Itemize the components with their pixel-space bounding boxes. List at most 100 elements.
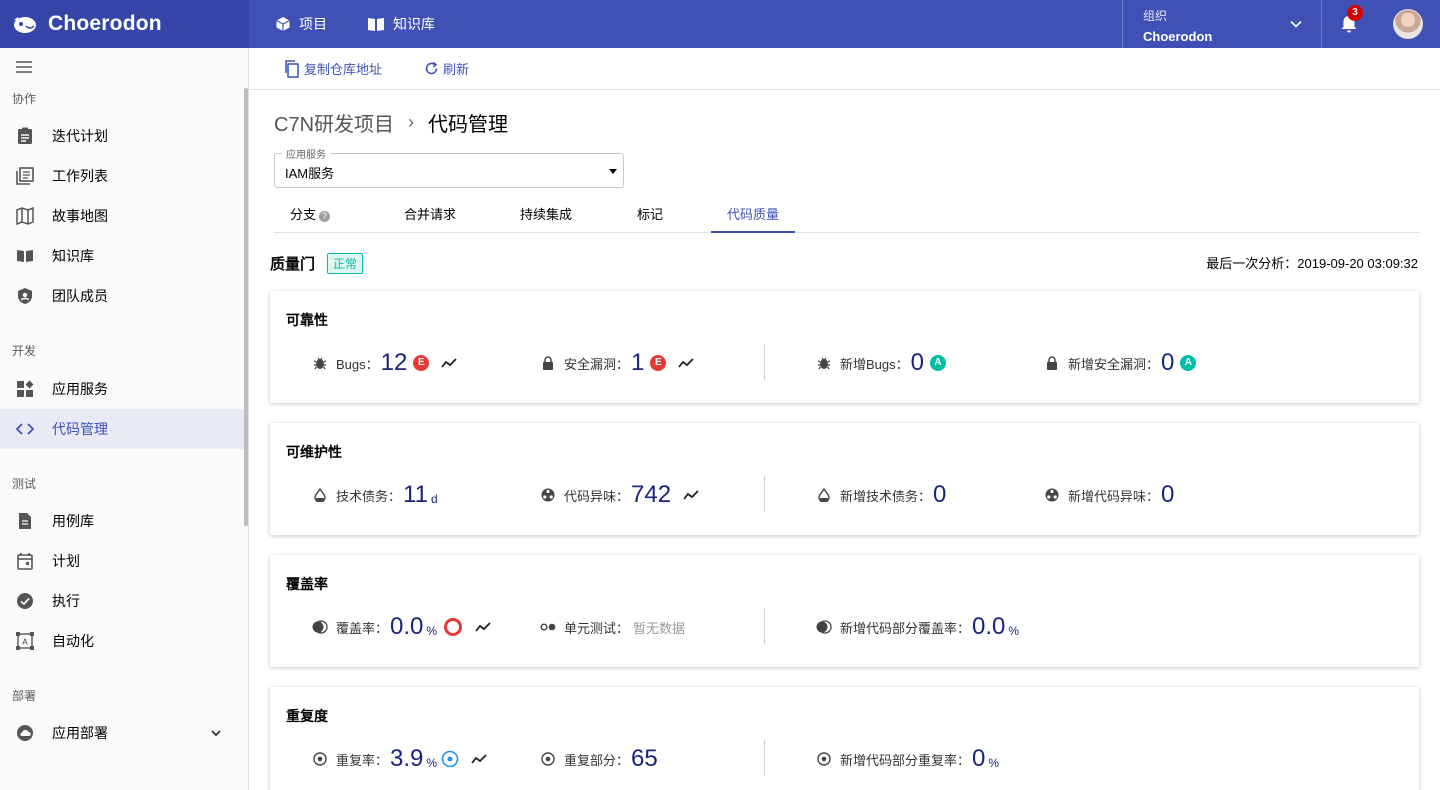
sidebar: 协作 迭代计划 工作列表 故事地图 知识库 团队成员 开发 应用服务 代码管理 …: [0, 48, 249, 790]
smell-icon: [1044, 487, 1060, 503]
sidebar-item-plan[interactable]: 计划: [0, 541, 244, 581]
choerodon-logo-icon: [14, 17, 36, 33]
sidebar-item-execution[interactable]: 执行: [0, 581, 244, 621]
card-title: 重复度: [286, 708, 328, 724]
sidebar-item-label: 代码管理: [52, 421, 108, 437]
sidebar-item-knowledge-base[interactable]: 知识库: [0, 236, 244, 276]
metric-value[interactable]: 11: [403, 481, 428, 509]
unit-test-icon: [540, 619, 556, 635]
metric-value[interactable]: 0: [1161, 481, 1174, 509]
brand[interactable]: Choerodon: [0, 0, 249, 48]
sidebar-item-app-service[interactable]: 应用服务: [0, 369, 244, 409]
tab-code-quality[interactable]: 代码质量: [711, 200, 795, 233]
tab-ci[interactable]: 持续集成: [504, 200, 588, 233]
new-duplication-metric: 新增代码部分重复率： 0 %: [816, 742, 999, 776]
breadcrumb: C7N研发项目 › 代码管理: [274, 108, 508, 137]
sidebar-item-app-deploy[interactable]: 应用部署: [0, 713, 244, 753]
document-icon: [16, 512, 34, 530]
metric-value[interactable]: 0.0: [972, 613, 1005, 641]
chevron-down-icon[interactable]: [210, 727, 222, 739]
app-service-select-value: IAM服务: [285, 166, 335, 181]
app-service-select[interactable]: 应用服务 IAM服务: [274, 146, 624, 188]
sidebar-item-label: 故事地图: [52, 208, 108, 224]
metric-value[interactable]: 1: [631, 349, 644, 377]
card-title: 可维护性: [286, 444, 342, 460]
metric-value[interactable]: 0: [911, 349, 924, 377]
top-nav-projects[interactable]: 项目: [275, 14, 327, 34]
debt-icon: [816, 487, 832, 503]
vulnerabilities-metric: 安全漏洞： 1 E: [540, 346, 695, 380]
trend-icon[interactable]: [441, 357, 457, 369]
help-icon[interactable]: ?: [319, 211, 330, 222]
duplication-icon: [540, 751, 556, 767]
page-title: 代码管理: [428, 114, 509, 136]
duplication-card: 重复度 重复率： 3.9 % 重复部分： 65 新增代码部分重复率： 0 %: [270, 687, 1419, 790]
quality-gate: 质量门 正常: [270, 253, 364, 274]
sidebar-item-story-map[interactable]: 故事地图: [0, 196, 244, 236]
metric-unit: %: [426, 624, 438, 638]
sidebar-scrollbar[interactable]: [244, 88, 248, 526]
status-badge: 正常: [327, 253, 364, 274]
user-avatar[interactable]: [1393, 9, 1423, 39]
copy-icon: [285, 59, 299, 78]
top-nav: 项目 知识库: [275, 0, 475, 48]
metric-value[interactable]: 65: [631, 745, 658, 773]
menu-icon[interactable]: [15, 60, 33, 74]
trend-icon[interactable]: [678, 357, 695, 369]
copy-repo-button[interactable]: 复制仓库地址: [284, 59, 382, 78]
metric-value[interactable]: 0: [933, 481, 946, 509]
new-code-smells-metric: 新增代码异味： 0: [1044, 478, 1174, 512]
sidebar-group-deployment: 部署: [12, 689, 37, 703]
trend-icon[interactable]: [471, 753, 487, 765]
sidebar-item-case-library[interactable]: 用例库: [0, 501, 244, 541]
top-nav-knowledge[interactable]: 知识库: [367, 14, 435, 34]
metric-unit: %: [988, 756, 1000, 770]
metric-value[interactable]: 3.9: [390, 745, 423, 773]
card-title: 覆盖率: [286, 576, 328, 592]
sidebar-item-label: 应用服务: [52, 381, 108, 397]
divider: [764, 608, 765, 644]
org-switcher[interactable]: 组织 Choerodon: [1122, 0, 1322, 48]
tab-merge-requests[interactable]: 合并请求: [388, 200, 472, 233]
metric-value[interactable]: 0: [1161, 349, 1174, 377]
lock-icon: [1044, 355, 1060, 371]
cloud-icon: [16, 724, 34, 742]
trend-icon[interactable]: [683, 489, 699, 501]
tab-label: 合并请求: [403, 207, 456, 222]
sidebar-item-label: 计划: [52, 553, 80, 569]
sidebar-item-iteration-plan[interactable]: 迭代计划: [0, 116, 244, 156]
sidebar-item-code-management[interactable]: 代码管理: [0, 409, 244, 449]
duplicated-blocks-metric: 重复部分： 65: [540, 742, 658, 776]
book-icon: [368, 18, 384, 31]
sidebar-item-work-list[interactable]: 工作列表: [0, 156, 244, 196]
trend-icon[interactable]: [475, 621, 491, 633]
maintainability-card: 可维护性 技术债务： 11 d 代码异味： 742 新增技术债务： 0 新增代码…: [270, 423, 1419, 535]
metric-value[interactable]: 0: [972, 745, 985, 773]
sidebar-group-testing: 测试: [12, 477, 37, 491]
metric-empty-value: 暂无数据: [633, 620, 686, 636]
breadcrumb-project[interactable]: C7N研发项目: [274, 108, 394, 137]
divider: [764, 344, 765, 380]
reliability-card: 可靠性 Bugs： 12 E 安全漏洞： 1 E 新增Bugs： 0 A 新增安…: [270, 291, 1419, 403]
metric-value[interactable]: 12: [381, 349, 408, 377]
coverage-icon: [816, 619, 832, 635]
sidebar-item-label: 应用部署: [52, 725, 108, 741]
sidebar-item-team-members[interactable]: 团队成员: [0, 276, 244, 316]
cube-icon: [276, 17, 290, 31]
rating-badge: E: [650, 355, 667, 371]
coverage-metric: 覆盖率： 0.0 %: [312, 610, 491, 644]
metric-unit: %: [1008, 624, 1020, 638]
sidebar-item-label: 知识库: [52, 248, 94, 264]
tab-branches[interactable]: 分支?: [274, 200, 346, 233]
tab-tags[interactable]: 标记: [620, 200, 680, 233]
metric-value[interactable]: 742: [631, 481, 671, 509]
sidebar-group-development: 开发: [12, 344, 37, 358]
refresh-button[interactable]: 刷新: [424, 59, 469, 78]
sidebar-item-automation[interactable]: A 自动化: [0, 621, 244, 661]
metric-value[interactable]: 0.0: [390, 613, 423, 641]
sidebar-item-label: 团队成员: [52, 288, 108, 304]
metric-unit: d: [430, 492, 438, 506]
debt-icon: [312, 487, 328, 503]
duplication-icon: [816, 751, 832, 767]
code-smells-metric: 代码异味： 742: [540, 478, 699, 512]
